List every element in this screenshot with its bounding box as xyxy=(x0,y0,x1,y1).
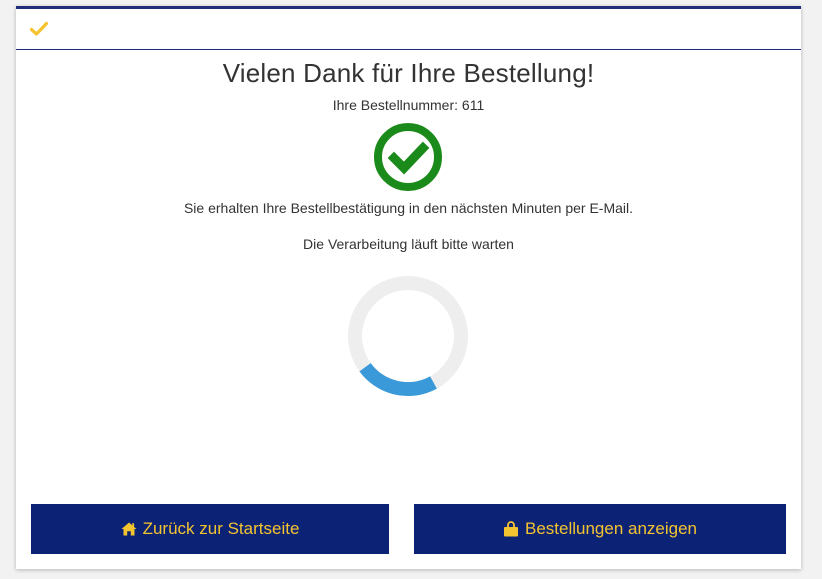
order-number: Ihre Bestellnummer: 611 xyxy=(332,97,485,113)
order-confirmation-card: Vielen Dank für Ihre Bestellung! Ihre Be… xyxy=(16,6,801,569)
check-circle-icon xyxy=(373,122,443,192)
show-orders-label: Bestellungen anzeigen xyxy=(524,519,698,538)
back-to-home-button[interactable]: Zurück zur Startseite xyxy=(31,504,389,554)
back-to-home-label: Zurück zur Startseite xyxy=(142,519,300,538)
page-title: Vielen Dank für Ihre Bestellung! xyxy=(222,58,595,88)
show-orders-button[interactable]: Bestellungen anzeigen xyxy=(414,504,786,554)
processing-text: Die Verarbeitung läuft bitte warten xyxy=(303,236,514,252)
shopping-bag-icon xyxy=(503,521,519,537)
checkmark-icon xyxy=(29,21,49,37)
loading-spinner xyxy=(347,275,469,397)
card-header xyxy=(16,9,801,50)
confirmation-text: Sie erhalten Ihre Bestellbestätigung in … xyxy=(183,200,634,216)
home-icon xyxy=(121,522,137,536)
